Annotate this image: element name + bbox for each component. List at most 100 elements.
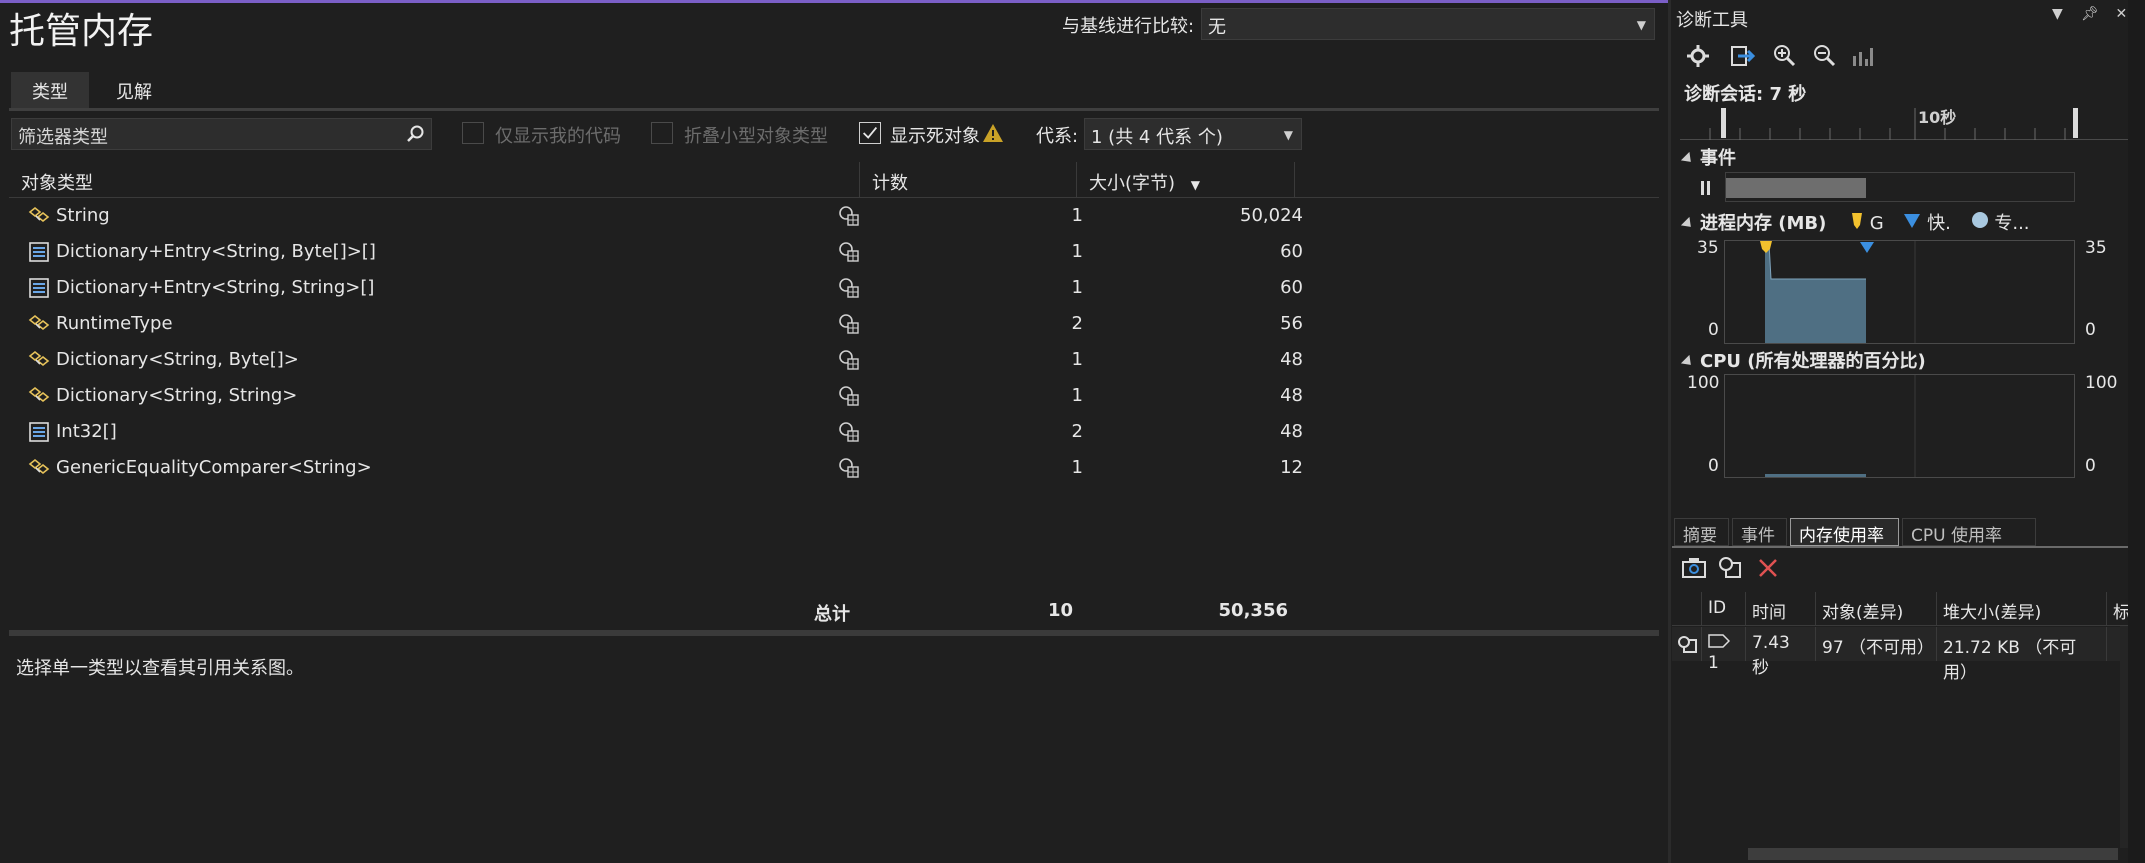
table-row[interactable]: Dictionary<String, String> 1 48: [9, 378, 1659, 414]
tab-memory-usage[interactable]: 内存使用率: [1790, 518, 1899, 546]
close-icon[interactable]: ✕: [2115, 6, 2127, 22]
snapshot-time: 7.43 秒: [1746, 627, 1816, 678]
show-dead-objects-label: 显示死对象: [890, 126, 980, 147]
type-count: 1: [1071, 277, 1083, 298]
reference-graph-icon[interactable]: [837, 240, 861, 264]
type-size: 48: [1280, 421, 1303, 442]
array-icon: [27, 240, 53, 264]
zoom-out-icon[interactable]: [1810, 42, 1838, 70]
cpu-axis-left-max: 100: [1687, 373, 1720, 393]
table-row[interactable]: RuntimeType 2 56: [9, 306, 1659, 342]
snapshot-objects[interactable]: 97 （不可用）: [1816, 627, 1937, 661]
column-time[interactable]: 时间: [1746, 592, 1816, 626]
panel-title-buttons: ▼ 📌︎ ✕: [2052, 6, 2127, 22]
export-icon[interactable]: [1728, 42, 1756, 70]
type-size: 60: [1280, 241, 1303, 262]
reference-graph-icon[interactable]: [837, 456, 861, 480]
class-icon: [27, 312, 53, 336]
reference-graph-icon[interactable]: [837, 384, 861, 408]
process-memory-section-title[interactable]: 进程内存 (MB): [1680, 209, 1826, 235]
reference-graph-hint: 选择单一类型以查看其引用关系图。: [16, 658, 304, 679]
table-row[interactable]: Dictionary+Entry<String, Byte[]>[] 1 60: [9, 234, 1659, 270]
type-count: 1: [1071, 241, 1083, 262]
table-row[interactable]: Dictionary<String, Byte[]> 1 48: [9, 342, 1659, 378]
column-objects-diff[interactable]: 对象(差异): [1816, 592, 1937, 626]
tab-types[interactable]: 类型: [11, 72, 89, 108]
timeline-ruler[interactable]: [1680, 108, 2128, 140]
cpu-axis-left-min: 0: [1708, 456, 1719, 476]
type-name: Dictionary<String, Byte[]>: [56, 349, 299, 370]
delete-icon[interactable]: [1754, 554, 1782, 582]
snapshot-heap-size[interactable]: 21.72 KB （不可用）: [1937, 627, 2107, 683]
tab-events[interactable]: 事件: [1732, 518, 1787, 546]
filter-placeholder: 筛选器类型: [18, 127, 108, 148]
pin-icon[interactable]: 📌︎: [2081, 6, 2099, 22]
table-row[interactable]: GenericEqualityComparer<String> 1 12: [9, 450, 1659, 486]
memory-legend: G 快. 专...: [1850, 209, 2030, 235]
cpu-graph: [1765, 375, 1916, 477]
tab-insights[interactable]: 见解: [95, 72, 173, 108]
events-title-text: 事件: [1700, 148, 1736, 169]
snapshot-row[interactable]: 1 7.43 秒 97 （不可用） 21.72 KB （不可用）: [1672, 627, 2142, 683]
gc-marker: [1760, 241, 1772, 253]
chart-settings-icon[interactable]: [1848, 42, 1876, 70]
process-memory-chart[interactable]: [1724, 240, 2075, 344]
type-name: Dictionary<String, String>: [56, 385, 298, 406]
type-count: 1: [1071, 205, 1083, 226]
reference-graph-icon[interactable]: [837, 276, 861, 300]
column-heap-size-diff[interactable]: 堆大小(差异): [1937, 592, 2107, 626]
chevron-down-icon: ▼: [1636, 18, 1646, 32]
collapse-icon: [1680, 216, 1696, 232]
reference-graph-icon[interactable]: [837, 204, 861, 228]
cpu-section-title[interactable]: CPU (所有处理器的百分比): [1680, 347, 1926, 373]
tab-cpu-usage[interactable]: CPU 使用率: [1902, 518, 2036, 546]
array-icon: [27, 420, 53, 444]
collapse-small-types-label: 折叠小型对象类型: [684, 126, 828, 147]
pause-icon[interactable]: [1700, 180, 1712, 195]
cpu-chart[interactable]: [1724, 374, 2075, 478]
gc-marker-icon: [1852, 213, 1862, 229]
type-count: 2: [1071, 313, 1083, 334]
just-my-code-label: 仅显示我的代码: [495, 126, 621, 147]
class-icon: [27, 348, 53, 372]
zoom-in-icon[interactable]: [1770, 42, 1798, 70]
collapse-small-types-checkbox[interactable]: [651, 122, 673, 144]
snapshot-marker: [1860, 242, 1874, 253]
show-dead-objects-checkbox[interactable]: [859, 122, 881, 144]
type-size: 48: [1280, 385, 1303, 406]
total-label: 总计: [814, 604, 850, 625]
sort-descending-icon: ▼: [1190, 178, 1201, 192]
type-name: Dictionary+Entry<String, Byte[]>[]: [56, 241, 376, 262]
type-name: GenericEqualityComparer<String>: [56, 457, 372, 478]
check-icon: [862, 126, 878, 139]
reference-graph-icon[interactable]: [837, 348, 861, 372]
diagnostic-session-label: 诊断会话: 7 秒: [1684, 84, 1807, 105]
filter-types-input[interactable]: 筛选器类型: [11, 118, 432, 150]
reference-graph-icon[interactable]: [837, 420, 861, 444]
events-range-bar: [1726, 178, 1866, 198]
gear-icon[interactable]: [1684, 42, 1712, 70]
baseline-compare-select[interactable]: 无 ▼: [1201, 8, 1655, 40]
column-id[interactable]: ID: [1702, 592, 1746, 626]
events-track: [1725, 172, 2075, 202]
camera-icon[interactable]: [1680, 554, 1708, 582]
horizontal-scrollbar[interactable]: [1748, 848, 2118, 860]
reference-graph-icon[interactable]: [837, 312, 861, 336]
total-count: 10: [1047, 600, 1073, 621]
tab-summary[interactable]: 摘要: [1674, 518, 1729, 546]
table-row[interactable]: Dictionary+Entry<String, String>[] 1 60: [9, 270, 1659, 306]
dropdown-icon[interactable]: ▼: [2052, 6, 2063, 22]
column-count[interactable]: 计数: [860, 162, 1077, 198]
table-row[interactable]: Int32[] 2 48: [9, 414, 1659, 450]
events-section-title[interactable]: 事件: [1680, 144, 1736, 170]
pane-splitter[interactable]: [9, 630, 1659, 636]
search-icon[interactable]: [405, 124, 425, 144]
compare-snapshots-icon[interactable]: [1716, 554, 1744, 582]
baseline-compare-label: 与基线进行比较:: [1062, 16, 1195, 37]
column-size[interactable]: 大小(字节) ▼: [1077, 162, 1295, 198]
generation-select[interactable]: 1 (共 4 代系 个) ▼: [1084, 118, 1302, 150]
just-my-code-checkbox[interactable]: [462, 122, 484, 144]
table-row[interactable]: String 1 50,024: [9, 198, 1659, 234]
memory-axis-left-max: 35: [1697, 238, 1719, 258]
column-object-type[interactable]: 对象类型: [9, 162, 860, 198]
